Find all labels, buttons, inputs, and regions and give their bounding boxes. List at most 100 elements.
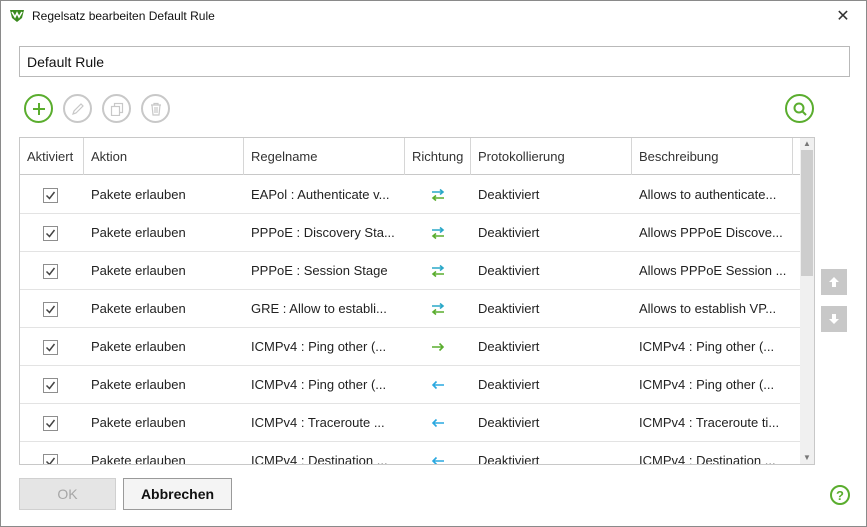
move-down-button[interactable] <box>821 306 847 332</box>
rule-name-cell: ICMPv4 : Ping other (... <box>251 339 387 354</box>
arrow-up-icon <box>829 277 839 287</box>
description-cell: ICMPv4 : Ping other (... <box>639 377 775 392</box>
direction-cell <box>424 366 452 404</box>
action-cell: Pakete erlauben <box>91 187 186 202</box>
close-button[interactable]: ✕ <box>820 1 866 31</box>
table-row[interactable]: Pakete erlauben PPPoE : Discovery Sta... D… <box>20 214 800 252</box>
ok-button[interactable]: OK <box>19 478 116 510</box>
table-row[interactable]: Pakete erlauben ICMPv4 : Destination ... D… <box>20 442 800 465</box>
vertical-scrollbar[interactable]: ▲ ▼ <box>800 138 814 464</box>
direction-cell <box>424 328 452 366</box>
action-cell: Pakete erlauben <box>91 377 186 392</box>
direction-cell <box>424 252 452 290</box>
incoming-arrow-icon <box>431 380 444 390</box>
logging-cell: Deaktiviert <box>478 263 540 278</box>
action-cell: Pakete erlauben <box>91 339 186 354</box>
column-header-direction[interactable]: Richtung <box>405 138 471 175</box>
checkmark-icon <box>45 419 56 428</box>
search-button[interactable] <box>785 94 814 123</box>
table-row[interactable]: Pakete erlauben ICMPv4 : Ping other (... D… <box>20 366 800 404</box>
arrow-down-icon <box>829 314 839 324</box>
logging-cell: Deaktiviert <box>478 339 540 354</box>
incoming-arrow-icon <box>431 456 444 464</box>
enabled-checkbox[interactable] <box>43 416 58 431</box>
logging-cell: Deaktiviert <box>478 187 540 202</box>
rule-name-cell: EAPol : Authenticate v... <box>251 187 390 202</box>
bidirectional-arrow-icon <box>431 264 445 278</box>
delete-rule-button[interactable] <box>141 94 170 123</box>
table-row[interactable]: Pakete erlauben ICMPv4 : Traceroute ... De… <box>20 404 800 442</box>
enabled-checkbox[interactable] <box>43 340 58 355</box>
scrollbar-thumb[interactable] <box>801 150 813 276</box>
incoming-arrow-icon <box>431 418 444 428</box>
checkmark-icon <box>45 381 56 390</box>
window-title: Regelsatz bearbeiten Default Rule <box>32 9 215 23</box>
table-header: Aktiviert Aktion Regelname Richtung Prot… <box>20 138 814 175</box>
description-cell: Allows to establish VP... <box>639 301 777 316</box>
column-header-logging[interactable]: Protokollierung <box>471 138 632 175</box>
rule-name-cell: GRE : Allow to establi... <box>251 301 387 316</box>
help-icon[interactable]: ? <box>830 485 850 505</box>
rule-name-cell: PPPoE : Session Stage <box>251 263 388 278</box>
description-cell: ICMPv4 : Destination ... <box>639 453 776 465</box>
checkmark-icon <box>45 305 56 314</box>
rule-name-cell: ICMPv4 : Ping other (... <box>251 377 387 392</box>
enabled-checkbox[interactable] <box>43 188 58 203</box>
pencil-icon <box>71 102 84 115</box>
bidirectional-arrow-icon <box>431 302 445 316</box>
column-header-action[interactable]: Aktion <box>84 138 244 175</box>
rule-name-cell: PPPoE : Discovery Sta... <box>251 225 395 240</box>
table-row[interactable]: Pakete erlauben PPPoE : Session Stage Deak… <box>20 252 800 290</box>
description-cell: Allows PPPoE Discove... <box>639 225 783 240</box>
title-bar: Regelsatz bearbeiten Default Rule ✕ <box>1 1 866 31</box>
column-header-activated[interactable]: Aktiviert <box>20 138 84 175</box>
logging-cell: Deaktiviert <box>478 225 540 240</box>
enabled-checkbox[interactable] <box>43 264 58 279</box>
column-header-description[interactable]: Beschreibung <box>632 138 793 175</box>
checkmark-icon <box>45 229 56 238</box>
rules-table: Aktiviert Aktion Regelname Richtung Prot… <box>19 137 815 465</box>
logging-cell: Deaktiviert <box>478 301 540 316</box>
bidirectional-arrow-icon <box>431 188 445 202</box>
table-row[interactable]: Pakete erlauben GRE : Allow to establi...… <box>20 290 800 328</box>
trash-icon <box>150 102 161 116</box>
logging-cell: Deaktiviert <box>478 453 540 465</box>
table-row[interactable]: Pakete erlauben EAPol : Authenticate v...… <box>20 176 800 214</box>
move-up-button[interactable] <box>821 269 847 295</box>
close-icon: ✕ <box>836 8 850 25</box>
action-cell: Pakete erlauben <box>91 263 186 278</box>
cancel-button[interactable]: Abbrechen <box>123 478 232 510</box>
logging-cell: Deaktiviert <box>478 377 540 392</box>
action-cell: Pakete erlauben <box>91 301 186 316</box>
edit-rule-button[interactable] <box>63 94 92 123</box>
checkmark-icon <box>45 457 56 464</box>
copy-icon <box>110 102 123 116</box>
direction-cell <box>424 290 452 328</box>
checkmark-icon <box>45 191 56 200</box>
checkmark-icon <box>45 267 56 276</box>
add-rule-button[interactable] <box>24 94 53 123</box>
direction-cell <box>424 176 452 214</box>
description-cell: ICMPv4 : Ping other (... <box>639 339 775 354</box>
action-cell: Pakete erlauben <box>91 415 186 430</box>
scroll-down-icon[interactable]: ▼ <box>800 452 814 464</box>
enabled-checkbox[interactable] <box>43 226 58 241</box>
direction-cell <box>424 442 452 464</box>
outgoing-arrow-icon <box>432 342 445 352</box>
logging-cell: Deaktiviert <box>478 415 540 430</box>
rule-set-name-input[interactable] <box>19 46 850 77</box>
enabled-checkbox[interactable] <box>43 454 58 464</box>
dialog-window: Regelsatz bearbeiten Default Rule ✕ Defa… <box>0 0 867 527</box>
column-header-rule-name[interactable]: Regelname <box>244 138 405 175</box>
search-icon <box>793 102 807 116</box>
scroll-up-icon[interactable]: ▲ <box>800 138 814 150</box>
copy-rule-button[interactable] <box>102 94 131 123</box>
description-cell: ICMPv4 : Traceroute ti... <box>639 415 780 430</box>
table-row[interactable]: Pakete erlauben ICMPv4 : Ping other (... D… <box>20 328 800 366</box>
rule-name-cell: ICMPv4 : Traceroute ... <box>251 415 385 430</box>
description-cell: Allows PPPoE Session ... <box>639 263 787 278</box>
enabled-checkbox[interactable] <box>43 302 58 317</box>
enabled-checkbox[interactable] <box>43 378 58 393</box>
action-cell: Pakete erlauben <box>91 225 186 240</box>
plus-icon <box>32 102 45 115</box>
